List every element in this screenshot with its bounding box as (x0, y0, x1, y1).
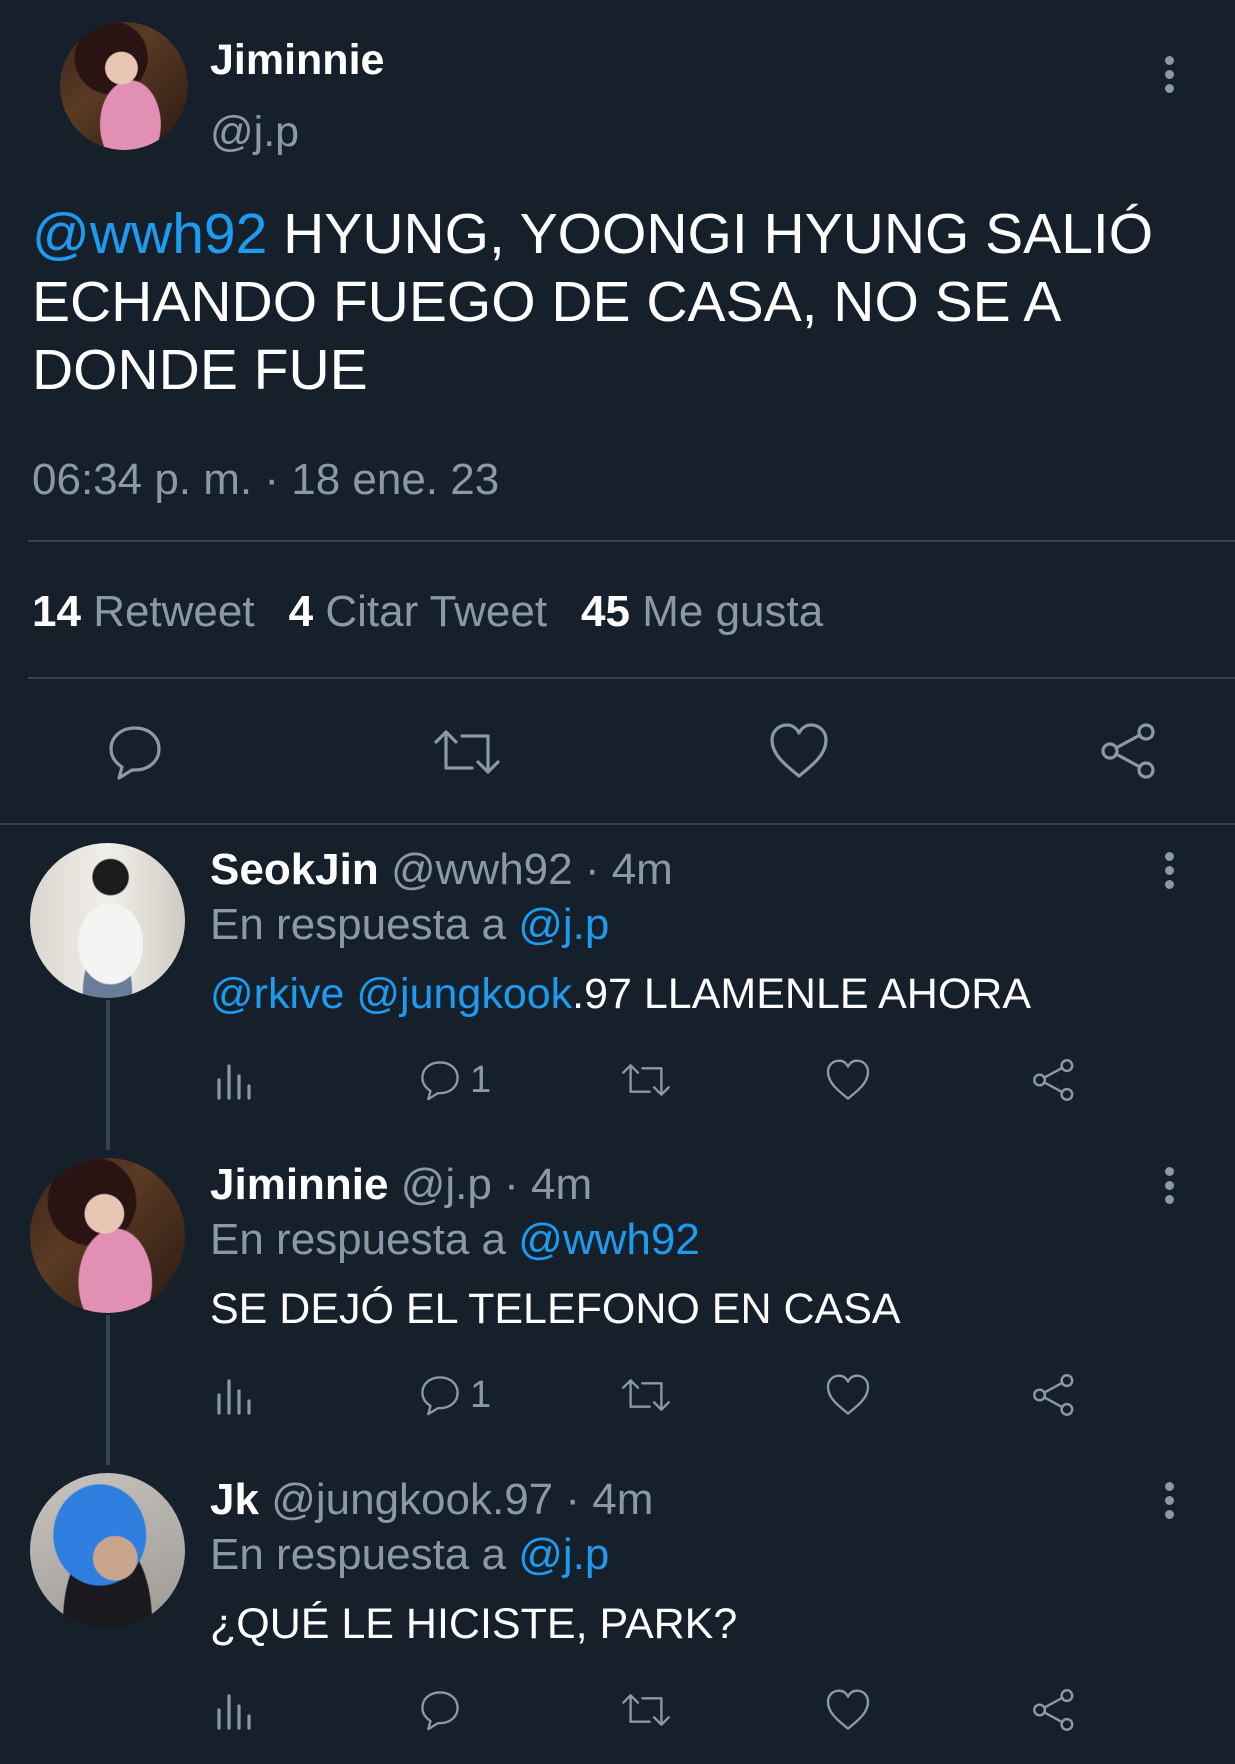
heart-icon[interactable] (768, 722, 830, 780)
handle-time[interactable]: @j.p · 4m (401, 1160, 592, 1209)
reply-button[interactable]: 1 (418, 1058, 491, 1102)
author-handle[interactable]: @j.p (210, 108, 299, 157)
avatar[interactable] (30, 1158, 185, 1313)
reply-to-link[interactable]: @j.p (518, 1530, 609, 1579)
more-vertical-icon[interactable] (1165, 852, 1177, 894)
likes-stat[interactable]: 45 Me gusta (581, 587, 823, 636)
author-display-name[interactable]: SeokJin (210, 845, 379, 894)
retweet-icon[interactable] (620, 1688, 672, 1732)
reply-text: SE DEJÓ EL TELEFONO EN CASA (210, 1285, 901, 1333)
more-vertical-icon[interactable] (1165, 56, 1177, 98)
avatar[interactable] (60, 22, 188, 150)
reply-icon[interactable] (105, 722, 165, 782)
divider (28, 540, 1235, 542)
reply-button[interactable] (418, 1688, 462, 1732)
reply-header: Jk @jungkook.97 · 4m (210, 1475, 653, 1525)
divider (0, 823, 1235, 825)
reply-header: SeokJin @wwh92 · 4m (210, 845, 673, 895)
reply-header: Jiminnie @j.p · 4m (210, 1160, 592, 1210)
reply-icon[interactable] (418, 1688, 462, 1732)
in-reply-to: En respuesta a @j.p (210, 900, 610, 949)
reply-icon[interactable] (418, 1058, 462, 1102)
mention-link[interactable]: @wwh92 (32, 202, 267, 266)
quotes-stat[interactable]: 4 Citar Tweet (289, 587, 547, 636)
reply-action-bar: 1 (210, 1373, 1090, 1423)
author-display-name[interactable]: Jiminnie (210, 36, 384, 85)
avatar[interactable] (30, 1473, 185, 1628)
avatar[interactable] (30, 843, 185, 998)
analytics-icon[interactable] (215, 1373, 255, 1417)
reply-text: @rkive @jungkook.97 LLAMENLE AHORA (210, 970, 1032, 1018)
share-icon[interactable] (1032, 1058, 1076, 1102)
mention-link[interactable]: @rkive @jungkook (210, 970, 572, 1018)
thread-connector (106, 1000, 110, 1150)
retweet-icon[interactable] (620, 1058, 672, 1102)
reply-to-link[interactable]: @j.p (518, 900, 609, 949)
reply-action-bar: 1 (210, 1058, 1090, 1108)
analytics-icon[interactable] (215, 1058, 255, 1102)
reply-count: 1 (470, 1373, 492, 1416)
more-vertical-icon[interactable] (1165, 1167, 1177, 1209)
retweets-stat[interactable]: 14 Retweet (32, 587, 255, 636)
retweet-icon[interactable] (620, 1373, 672, 1417)
handle-time[interactable]: @jungkook.97 · 4m (271, 1475, 653, 1524)
divider (28, 677, 1235, 679)
heart-icon[interactable] (825, 1688, 871, 1732)
in-reply-to: En respuesta a @wwh92 (210, 1215, 700, 1264)
share-icon[interactable] (1032, 1373, 1076, 1417)
reply-count: 1 (470, 1058, 492, 1101)
retweet-icon[interactable] (432, 722, 502, 782)
handle-time[interactable]: @wwh92 · 4m (391, 845, 673, 894)
heart-icon[interactable] (825, 1373, 871, 1417)
author-display-name[interactable]: Jk (210, 1475, 259, 1524)
heart-icon[interactable] (825, 1058, 871, 1102)
share-icon[interactable] (1100, 722, 1158, 780)
tweet-text: @wwh92 HYUNG, YOONGI HYUNG SALIÓ ECHANDO… (32, 200, 1222, 404)
tweet-timestamp[interactable]: 06:34 p. m. · 18 ene. 23 (32, 455, 499, 505)
more-vertical-icon[interactable] (1165, 1482, 1177, 1524)
share-icon[interactable] (1032, 1688, 1076, 1732)
tweet-stats: 14 Retweet 4 Citar Tweet 45 Me gusta (32, 587, 823, 637)
author-display-name[interactable]: Jiminnie (210, 1160, 389, 1209)
reply-action-bar (210, 1688, 1090, 1738)
analytics-icon[interactable] (215, 1688, 255, 1732)
reply-to-link[interactable]: @wwh92 (518, 1215, 700, 1264)
reply-icon[interactable] (418, 1373, 462, 1417)
reply-button[interactable]: 1 (418, 1373, 491, 1417)
reply-text: ¿QUÉ LE HICISTE, PARK? (210, 1600, 738, 1648)
in-reply-to: En respuesta a @j.p (210, 1530, 610, 1579)
thread-connector (106, 1315, 110, 1465)
